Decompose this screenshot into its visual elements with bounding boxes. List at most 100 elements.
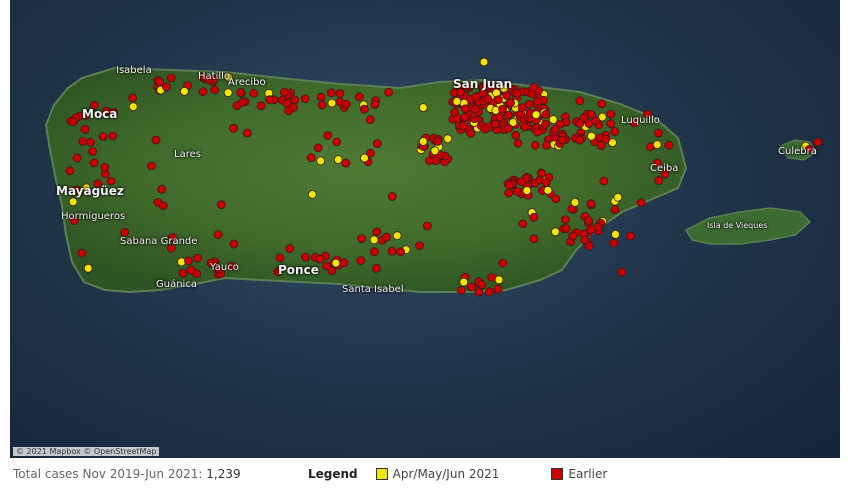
case-marker-earlier[interactable]	[372, 227, 382, 237]
case-marker-earlier[interactable]	[520, 122, 529, 132]
case-marker-earlier[interactable]	[610, 205, 620, 215]
case-marker-earlier[interactable]	[626, 231, 635, 241]
case-marker-earlier[interactable]	[387, 246, 397, 256]
case-marker-earlier[interactable]	[493, 95, 503, 104]
case-marker-recent[interactable]	[587, 131, 596, 141]
case-marker-earlier[interactable]	[555, 119, 565, 129]
case-marker-earlier[interactable]	[460, 112, 470, 122]
case-marker-earlier[interactable]	[516, 177, 526, 187]
case-marker-earlier[interactable]	[186, 265, 196, 275]
case-marker-recent[interactable]	[128, 102, 138, 112]
case-marker-earlier[interactable]	[584, 216, 593, 226]
case-marker-earlier[interactable]	[371, 263, 381, 273]
case-marker-recent[interactable]	[531, 110, 541, 120]
case-marker-earlier[interactable]	[183, 256, 193, 266]
case-marker-earlier[interactable]	[306, 153, 316, 163]
case-marker-earlier[interactable]	[422, 221, 432, 231]
case-marker-earlier[interactable]	[533, 127, 542, 137]
case-marker-earlier[interactable]	[470, 104, 480, 114]
case-marker-earlier[interactable]	[530, 140, 540, 150]
case-marker-earlier[interactable]	[575, 135, 585, 145]
case-marker-earlier[interactable]	[541, 120, 550, 129]
case-marker-earlier[interactable]	[89, 158, 99, 168]
case-marker-earlier[interactable]	[506, 98, 516, 108]
case-marker-recent[interactable]	[548, 115, 558, 124]
case-marker-earlier[interactable]	[216, 200, 226, 210]
case-marker-earlier[interactable]	[372, 139, 382, 149]
case-marker-earlier[interactable]	[158, 201, 168, 211]
case-marker-earlier[interactable]	[597, 99, 607, 109]
case-marker-earlier[interactable]	[98, 132, 108, 142]
case-marker-earlier[interactable]	[396, 247, 406, 257]
case-marker-earlier[interactable]	[356, 256, 366, 266]
case-marker-earlier[interactable]	[561, 224, 571, 233]
case-marker-earlier[interactable]	[78, 136, 88, 146]
case-marker-earlier[interactable]	[300, 94, 310, 104]
case-marker-recent[interactable]	[443, 134, 453, 144]
case-marker-recent[interactable]	[83, 263, 93, 273]
case-marker-earlier[interactable]	[551, 194, 561, 204]
case-marker-recent[interactable]	[613, 192, 623, 202]
case-marker-earlier[interactable]	[456, 285, 466, 295]
case-marker-earlier[interactable]	[321, 261, 331, 271]
case-marker-recent[interactable]	[418, 137, 428, 146]
case-marker-earlier[interactable]	[265, 95, 275, 105]
case-marker-earlier[interactable]	[415, 241, 425, 251]
case-marker-earlier[interactable]	[357, 234, 367, 243]
case-marker-earlier[interactable]	[460, 104, 470, 114]
case-marker-earlier[interactable]	[354, 92, 364, 102]
case-marker-earlier[interactable]	[315, 254, 325, 264]
case-marker-earlier[interactable]	[513, 138, 523, 148]
case-marker-earlier[interactable]	[65, 166, 75, 176]
case-marker-earlier[interactable]	[511, 130, 521, 140]
case-marker-earlier[interactable]	[317, 100, 327, 110]
case-marker-earlier[interactable]	[606, 109, 616, 119]
case-marker-earlier[interactable]	[341, 99, 351, 109]
case-marker-earlier[interactable]	[467, 282, 477, 292]
case-marker-recent[interactable]	[459, 277, 469, 287]
case-marker-earlier[interactable]	[384, 87, 394, 97]
legend-item-earlier[interactable]: Earlier	[551, 467, 607, 481]
case-marker-earlier[interactable]	[575, 96, 585, 106]
case-marker-earlier[interactable]	[178, 268, 188, 278]
case-marker-earlier[interactable]	[593, 222, 603, 232]
case-marker-earlier[interactable]	[512, 186, 522, 196]
case-marker-earlier[interactable]	[236, 88, 246, 97]
case-marker-earlier[interactable]	[433, 136, 443, 146]
case-marker-earlier[interactable]	[279, 87, 289, 97]
case-marker-earlier[interactable]	[275, 253, 285, 263]
case-marker-earlier[interactable]	[610, 127, 620, 136]
case-marker-recent[interactable]	[611, 229, 620, 239]
case-marker-earlier[interactable]	[284, 106, 294, 115]
case-marker-recent[interactable]	[418, 103, 428, 112]
case-marker-earlier[interactable]	[512, 89, 522, 98]
map-view[interactable]: Isabela Hatillo Arecibo San Juan Moca La…	[10, 0, 840, 458]
case-marker-recent[interactable]	[543, 185, 553, 195]
case-marker-earlier[interactable]	[471, 92, 481, 102]
case-marker-recent[interactable]	[331, 258, 341, 268]
case-marker-earlier[interactable]	[229, 239, 239, 249]
case-marker-earlier[interactable]	[198, 87, 208, 97]
case-marker-earlier[interactable]	[382, 232, 391, 242]
case-marker-earlier[interactable]	[654, 176, 664, 185]
case-marker-recent[interactable]	[494, 275, 504, 285]
case-marker-earlier[interactable]	[108, 131, 118, 141]
case-marker-earlier[interactable]	[503, 110, 513, 120]
case-marker-earlier[interactable]	[466, 128, 476, 138]
case-marker-earlier[interactable]	[147, 161, 157, 171]
case-marker-earlier[interactable]	[161, 82, 171, 92]
case-marker-earlier[interactable]	[653, 128, 663, 138]
case-marker-earlier[interactable]	[151, 135, 161, 145]
case-marker-recent[interactable]	[392, 231, 402, 241]
case-marker-earlier[interactable]	[285, 244, 295, 254]
case-marker-earlier[interactable]	[480, 124, 490, 134]
case-marker-earlier[interactable]	[813, 137, 823, 147]
case-marker-recent[interactable]	[522, 186, 532, 196]
case-marker-earlier[interactable]	[326, 88, 336, 98]
case-marker-earlier[interactable]	[493, 284, 503, 294]
case-marker-earlier[interactable]	[477, 280, 487, 290]
case-marker-recent[interactable]	[452, 97, 462, 106]
case-marker-earlier[interactable]	[542, 140, 551, 150]
case-marker-earlier[interactable]	[664, 140, 674, 150]
case-marker-recent[interactable]	[369, 235, 379, 245]
